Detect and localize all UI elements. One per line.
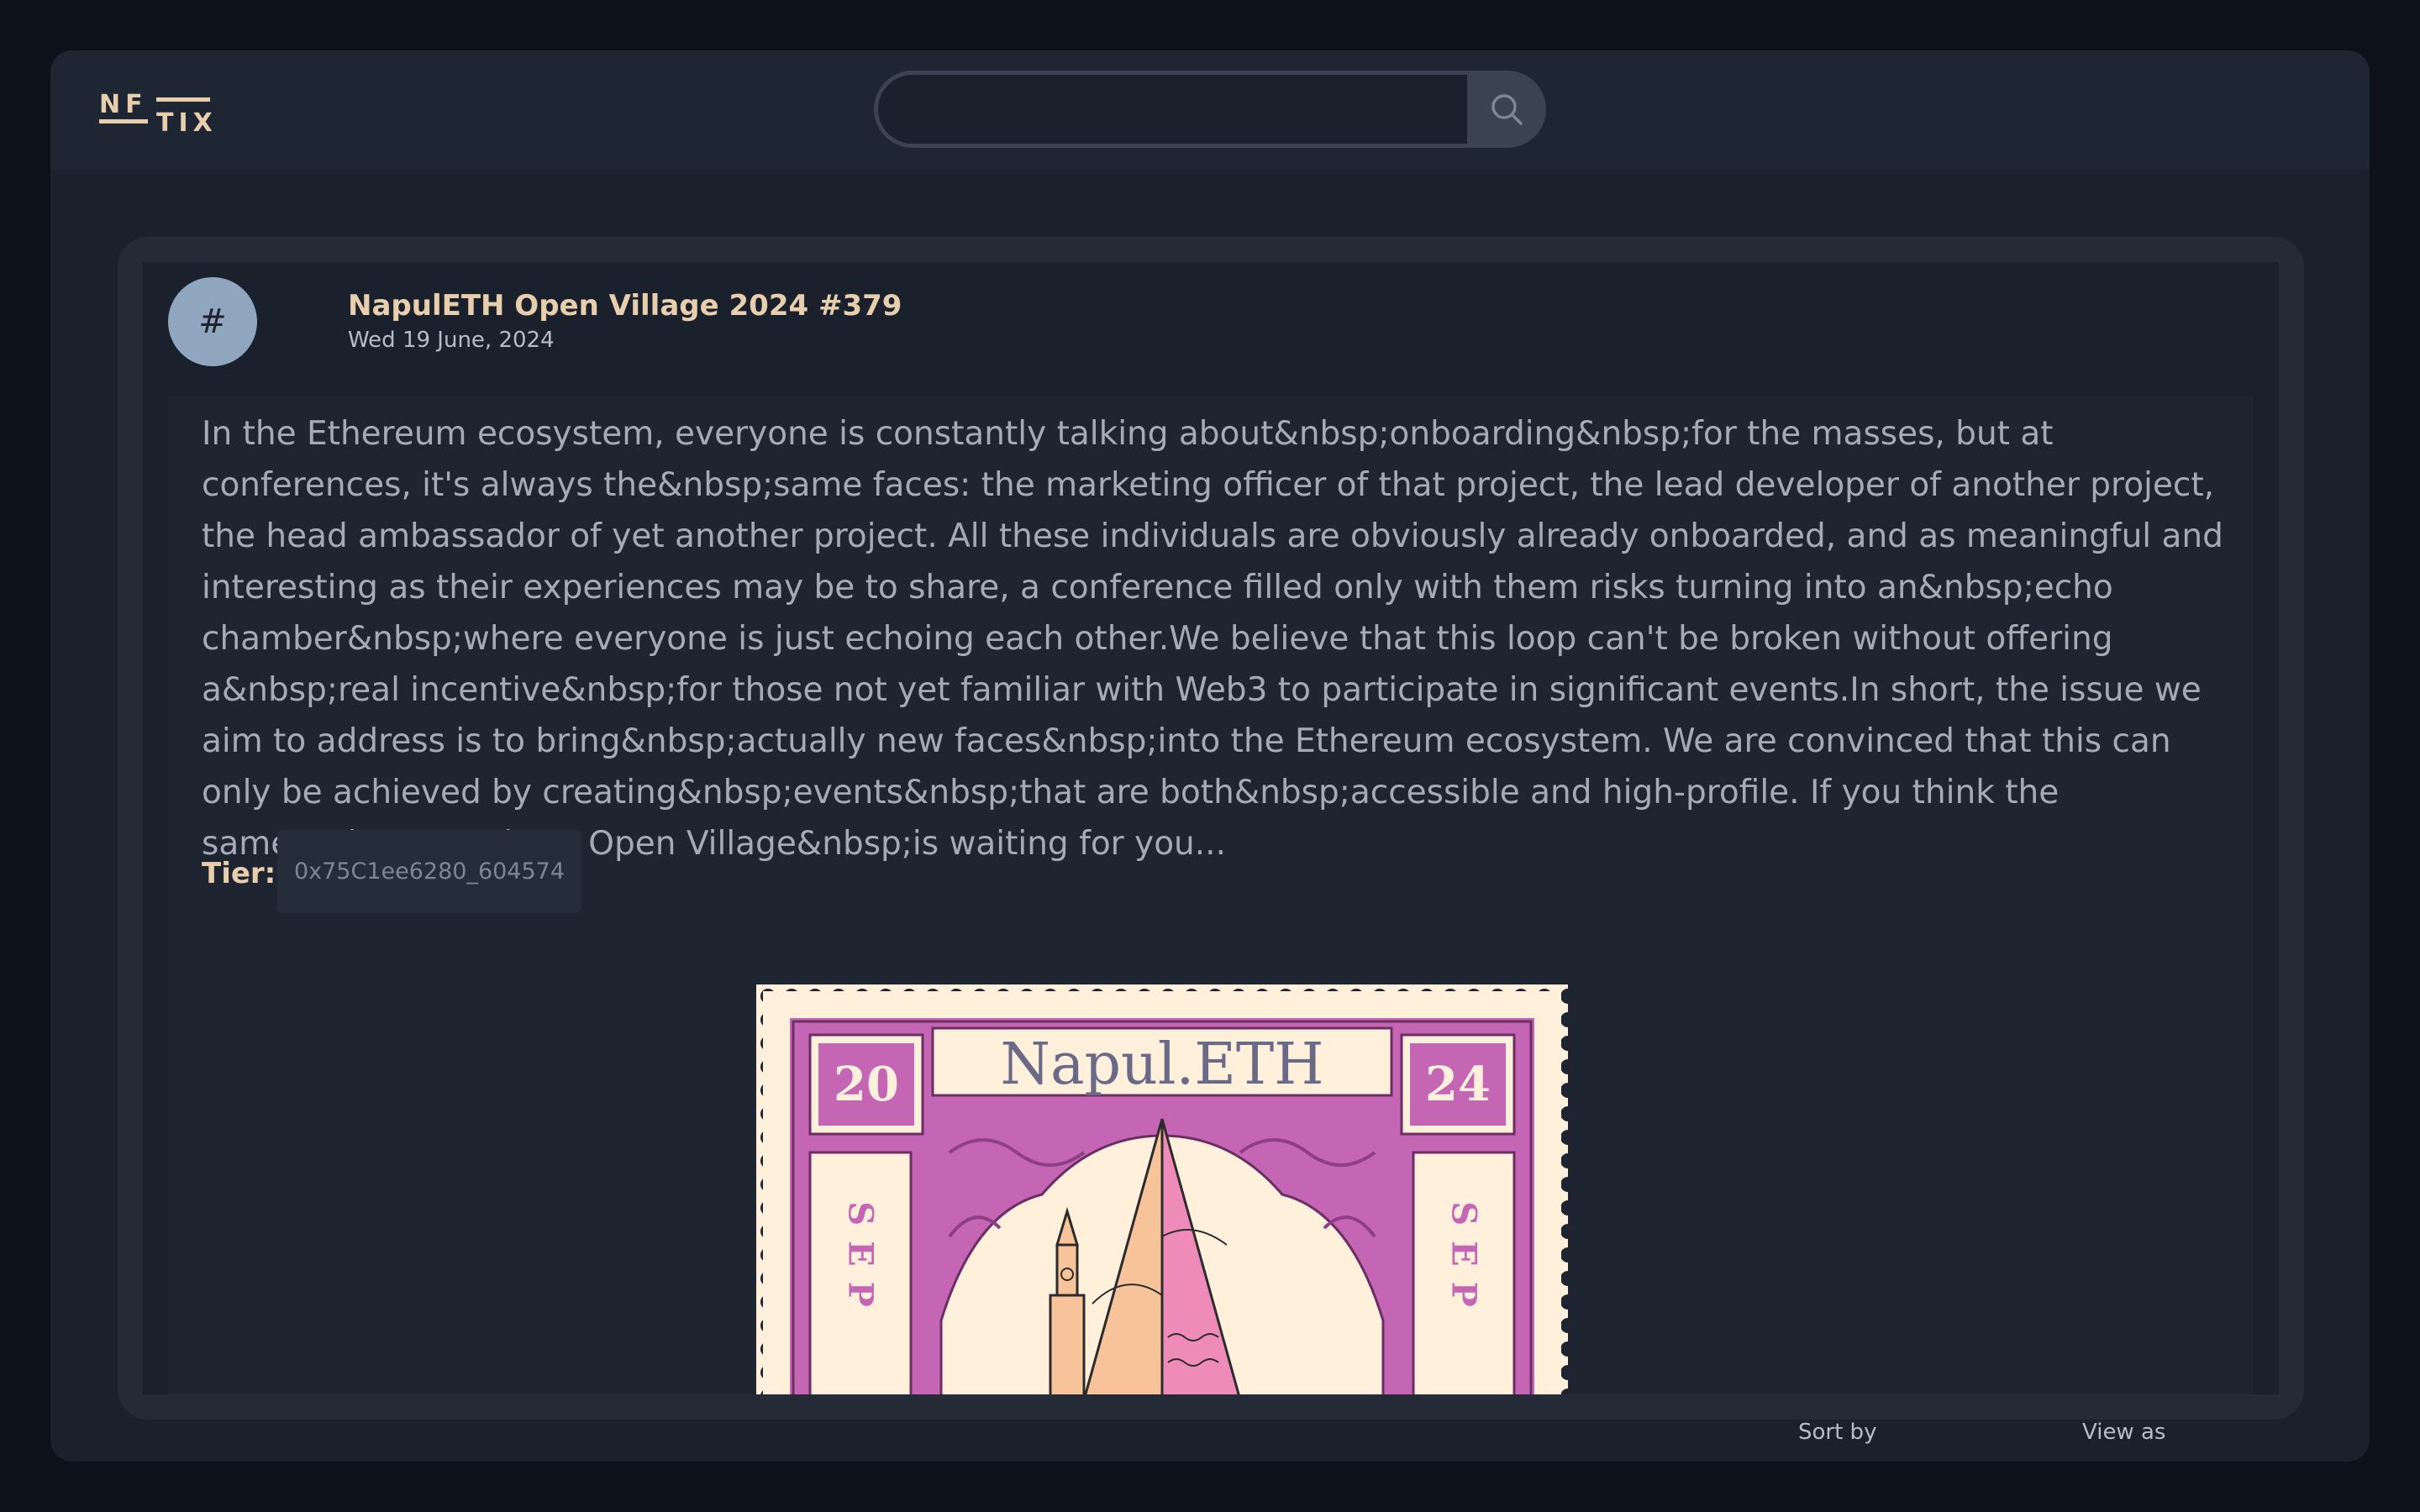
search-bar [874,71,1546,148]
svg-text:NF: NF [99,90,148,119]
ticket-avatar: # [168,277,257,366]
ticket-date: Wed 19 June, 2024 [348,328,555,353]
tier-label: Tier: [202,857,276,890]
search-icon [1491,94,1523,125]
nftix-logo[interactable]: NF TIX [97,84,215,134]
svg-text:SEP: SEP [841,1201,881,1321]
svg-text:SEP: SEP [1444,1201,1484,1321]
ticket-title: NapulETH Open Village 2024 #379 [348,289,902,323]
ticket-details[interactable]: In the Ethereum ecosystem, everyone is c… [168,396,2254,1394]
ticket-description: In the Ethereum ecosystem, everyone is c… [202,415,2223,863]
search-button[interactable] [1467,71,1546,148]
ticket-card: # NapulETH Open Village 2024 #379 Wed 19… [118,237,2304,1420]
ticket-card-body: # NapulETH Open Village 2024 #379 Wed 19… [143,262,2279,1394]
svg-text:Napul.ETH: Napul.ETH [1000,1032,1323,1098]
svg-text:24: 24 [1425,1057,1491,1112]
svg-text:20: 20 [834,1057,899,1112]
view-as-label[interactable]: View as [2082,1420,2165,1445]
avatar-symbol: # [198,302,227,341]
ticket-stamp-image: 20 24 Napul.ETH SEP SEP [756,984,1568,1394]
top-bar: NF TIX [50,50,2370,170]
search-input[interactable] [874,71,1467,148]
svg-text:TIX: TIX [156,108,215,134]
tier-value-badge: 0x75C1ee6280_604574 [277,830,581,912]
app-window: NF TIX # NapulETH Open Village 2024 #379… [50,50,2370,1462]
sort-by-label[interactable]: Sort by [1798,1420,1876,1445]
